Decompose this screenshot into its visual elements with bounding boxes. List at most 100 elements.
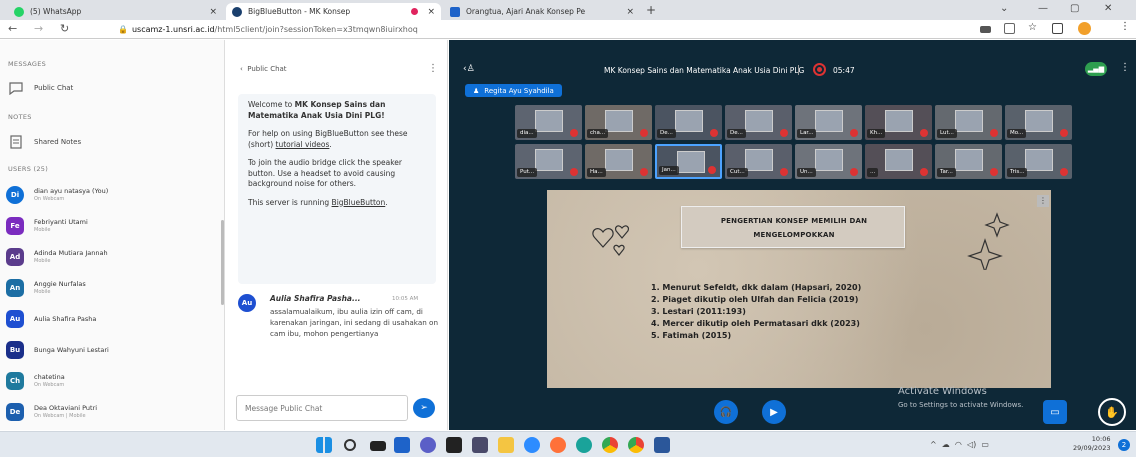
slide-list-item: 5. Fatimah (2015) — [651, 331, 732, 340]
chat-input[interactable]: Message Public Chat — [236, 395, 408, 421]
tile-name: Put... — [517, 168, 538, 177]
search-icon[interactable] — [344, 439, 356, 451]
user-list-item[interactable]: An Anggie Nurfalas Mobile — [6, 278, 86, 298]
webcam-tile[interactable]: De... — [725, 105, 792, 140]
tab-title: BigBlueButton - MK Konsep — [248, 7, 351, 16]
webcam-button[interactable]: ▶ — [762, 400, 786, 424]
notification-badge[interactable]: 2 — [1118, 439, 1130, 451]
chrome-icon[interactable] — [602, 437, 618, 453]
file-explorer-icon[interactable] — [498, 437, 514, 453]
close-icon[interactable]: × — [209, 7, 217, 17]
user-list-item[interactable]: De Dea Oktaviani Putri On Webcam | Mobile — [6, 402, 97, 422]
webcam-tile[interactable]: dia... — [515, 105, 582, 140]
meeting-area: ‹♙ MK Konsep Sains dan Matematika Anak U… — [449, 40, 1136, 430]
webcam-tile[interactable]: De... — [655, 105, 722, 140]
tab-orangtua[interactable]: Orangtua, Ajari Anak Konsep Pe × — [444, 3, 640, 20]
windows-start-icon[interactable] — [316, 437, 332, 453]
url-field[interactable]: 🔒 uscamz-1.unsri.ac.id/html5client/join?s… — [118, 23, 968, 37]
webcam-tile[interactable]: Ha... — [585, 144, 652, 179]
tile-name: Cut... — [727, 168, 748, 177]
user-list-item[interactable]: Au Aulia Shafira Pasha — [6, 309, 96, 329]
reload-icon[interactable]: ↻ — [60, 22, 69, 35]
slide-title-line1: PENGERTIAN KONSEP MEMILIH DAN — [720, 217, 868, 225]
muted-mic-icon — [920, 168, 928, 176]
firefox-icon[interactable] — [550, 437, 566, 453]
close-icon[interactable]: × — [626, 7, 634, 17]
tab-search-icon[interactable]: ⌄ — [1000, 3, 1008, 14]
word-icon[interactable] — [654, 437, 670, 453]
slide-options-icon[interactable]: ⋮ — [1037, 195, 1049, 207]
chat-header[interactable]: ‹ Public Chat — [240, 65, 287, 73]
zoom-icon[interactable] — [524, 437, 540, 453]
close-icon[interactable]: × — [427, 7, 435, 17]
clock[interactable]: 10:06 29/09/2023 — [1073, 435, 1110, 453]
webcam-tile[interactable]: Kh... — [865, 105, 932, 140]
muted-mic-icon — [780, 129, 788, 137]
user-list-item[interactable]: Fe Febriyanti Utami Mobile — [6, 216, 88, 236]
webcam-tile[interactable]: Put... — [515, 144, 582, 179]
sidebar-item-public-chat[interactable]: Public Chat — [8, 80, 73, 96]
system-tray[interactable]: ^ ☁ ◠ ◁) ▭ — [930, 440, 989, 449]
user-name: Aulia Shafira Pasha — [34, 315, 97, 323]
user-list-item[interactable]: Di dian ayu natasya (You) On Webcam — [6, 185, 108, 205]
user-list-item[interactable]: Ch chatetina On Webcam — [6, 371, 65, 391]
webcam-tile[interactable]: Tar... — [935, 144, 1002, 179]
task-view-icon[interactable] — [370, 441, 386, 451]
recording-indicator[interactable] — [813, 63, 826, 76]
webcam-tile[interactable]: Un... — [795, 144, 862, 179]
maximize-icon[interactable]: ▢ — [1070, 3, 1079, 14]
tab-whatsapp[interactable]: (5) WhatsApp × — [8, 3, 223, 20]
widgets-icon[interactable] — [394, 437, 410, 453]
webcam-tile[interactable]: Tris... — [1005, 144, 1072, 179]
tab-bigbluebutton[interactable]: BigBlueButton - MK Konsep × — [226, 3, 441, 20]
sidebar-scrollbar[interactable] — [221, 220, 224, 305]
webcam-tile[interactable]: Jan... — [655, 144, 722, 179]
star-icon[interactable]: ☆ — [1028, 22, 1039, 33]
webcam-tile[interactable]: cha... — [585, 105, 652, 140]
user-name: Anggie Nurfalas — [34, 280, 86, 288]
webcam-tile[interactable]: Cut... — [725, 144, 792, 179]
muted-mic-icon — [710, 129, 718, 137]
share-icon[interactable] — [1004, 23, 1015, 34]
webcam-tile[interactable]: ... — [865, 144, 932, 179]
sidebar: MESSAGES Public Chat NOTES Shared Notes … — [0, 40, 225, 430]
bigbluebutton-link[interactable]: BigBlueButton — [332, 198, 386, 207]
edge-icon[interactable] — [576, 437, 592, 453]
sidebar-item-shared-notes[interactable]: Shared Notes — [8, 134, 81, 150]
webcam-tile[interactable]: Lut... — [935, 105, 1002, 140]
send-button[interactable]: ➢ — [413, 398, 435, 418]
store-icon[interactable] — [446, 437, 462, 453]
profile-avatar[interactable] — [1078, 22, 1091, 35]
teams-chat-icon[interactable] — [420, 437, 436, 453]
screenshare-button[interactable]: ▭ — [1043, 400, 1067, 424]
connection-status-icon[interactable]: ▂▄▆ — [1085, 62, 1107, 76]
webcam-tile[interactable]: Mo... — [1005, 105, 1072, 140]
camera-icon[interactable] — [980, 26, 991, 33]
tutorial-videos-link[interactable]: tutorial videos — [276, 140, 330, 149]
hearts-doodle — [592, 225, 630, 256]
minimize-icon[interactable]: — — [1038, 3, 1048, 14]
raise-hand-button[interactable]: ✋ — [1098, 398, 1126, 426]
sidepanel-icon[interactable] — [1052, 23, 1063, 34]
slide-title-box: PENGERTIAN KONSEP MEMILIH DAN MENGELOMPO… — [681, 206, 905, 248]
forward-arrow-icon[interactable]: → — [34, 22, 43, 35]
video-feed — [745, 110, 773, 132]
kebab-menu-icon[interactable]: ⋮ — [1120, 21, 1131, 32]
presenter-name: Regita Ayu Syahdila — [484, 86, 554, 95]
user-name-block: Anggie Nurfalas Mobile — [34, 280, 86, 296]
user-list-item[interactable]: Bu Bunga Wahyuni Lestari — [6, 340, 109, 360]
user-list-item[interactable]: Ad Adinda Mutiara Jannah Mobile — [6, 247, 108, 267]
close-window-icon[interactable]: ✕ — [1104, 3, 1112, 14]
dropbox-icon[interactable] — [472, 437, 488, 453]
audio-button[interactable]: 🎧 — [714, 400, 738, 424]
server-text: This server is running — [248, 197, 332, 207]
webcam-tile[interactable]: Lar... — [795, 105, 862, 140]
chrome-active-icon[interactable] — [628, 437, 644, 453]
avatar: Ad — [6, 248, 24, 266]
options-menu-icon[interactable]: ⋮ — [1120, 62, 1130, 73]
back-arrow-icon[interactable]: ← — [8, 22, 17, 35]
chat-options-icon[interactable]: ⋮ — [428, 63, 438, 74]
new-tab-button[interactable]: + — [646, 3, 656, 17]
toggle-panel-icon[interactable]: ‹♙ — [463, 64, 475, 74]
video-icon: ▶ — [770, 406, 778, 418]
